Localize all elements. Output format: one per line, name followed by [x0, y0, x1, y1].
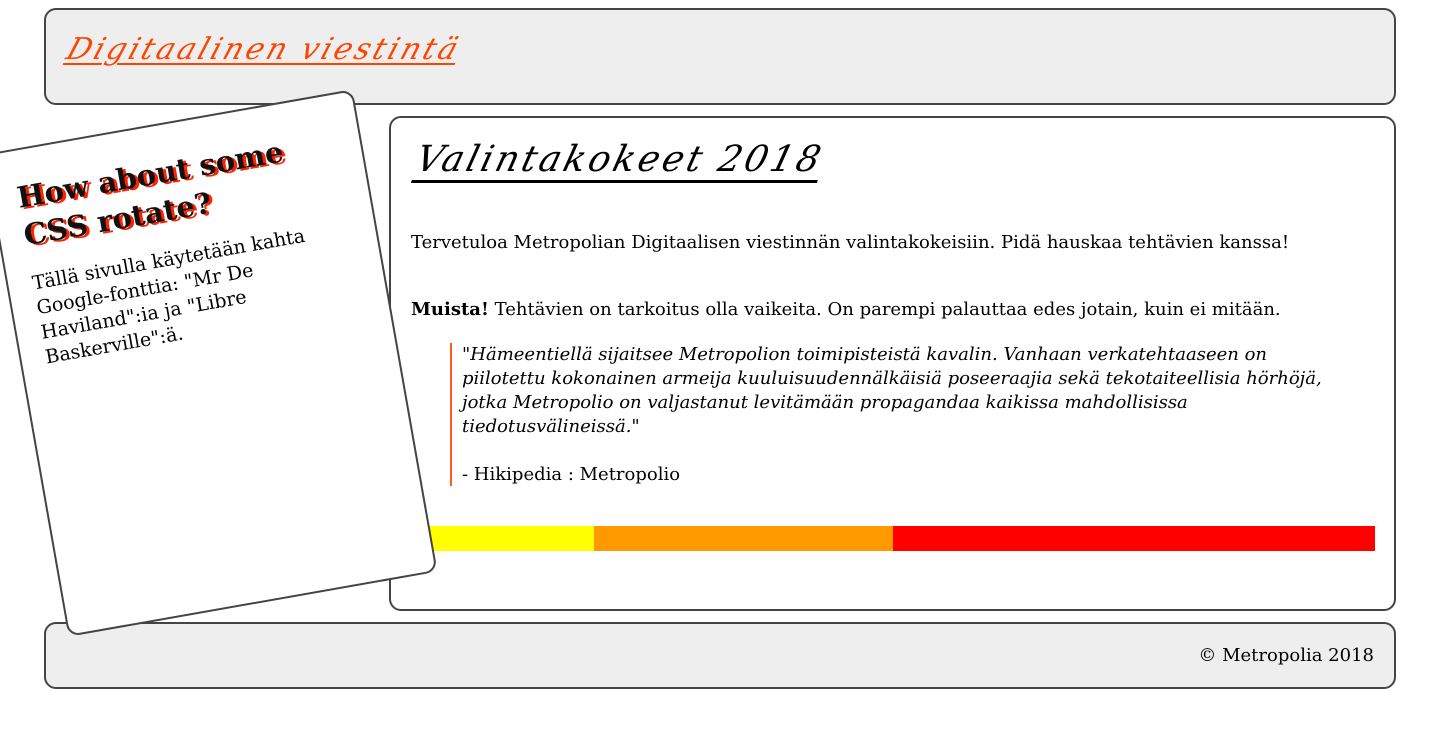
- color-bar-red: [893, 526, 1375, 551]
- intro-paragraph: Tervetuloa Metropolian Digitaalisen vies…: [411, 232, 1290, 253]
- reminder-label: Muista!: [411, 299, 489, 320]
- copyright-text: © Metropolia 2018: [1198, 645, 1374, 666]
- color-bar-yellow: [411, 526, 595, 551]
- site-header: Digitaalinen viestintä: [44, 8, 1396, 105]
- rotated-info-card: How about some CSS rotate? Tällä sivulla…: [0, 89, 438, 637]
- site-footer: © Metropolia 2018: [44, 622, 1396, 689]
- reminder-text: Tehtävien on tarkoitus olla vaikeita. On…: [488, 299, 1281, 320]
- color-bar: [411, 526, 1375, 551]
- quote-text: "Hämeentiellä sijaitsee Metropolion toim…: [462, 344, 1322, 437]
- page-title: Valintakokeet 2018: [411, 139, 828, 183]
- main-content: Valintakokeet 2018 Tervetuloa Metropolia…: [389, 116, 1396, 611]
- color-bar-orange: [594, 526, 893, 551]
- site-title-link[interactable]: Digitaalinen viestintä: [62, 32, 465, 67]
- quote-block: "Hämeentiellä sijaitsee Metropolion toim…: [450, 343, 1330, 486]
- reminder-paragraph: Muista! Tehtävien on tarkoitus olla vaik…: [411, 298, 1381, 321]
- quote-source: - Hikipedia : Metropolio: [462, 464, 681, 485]
